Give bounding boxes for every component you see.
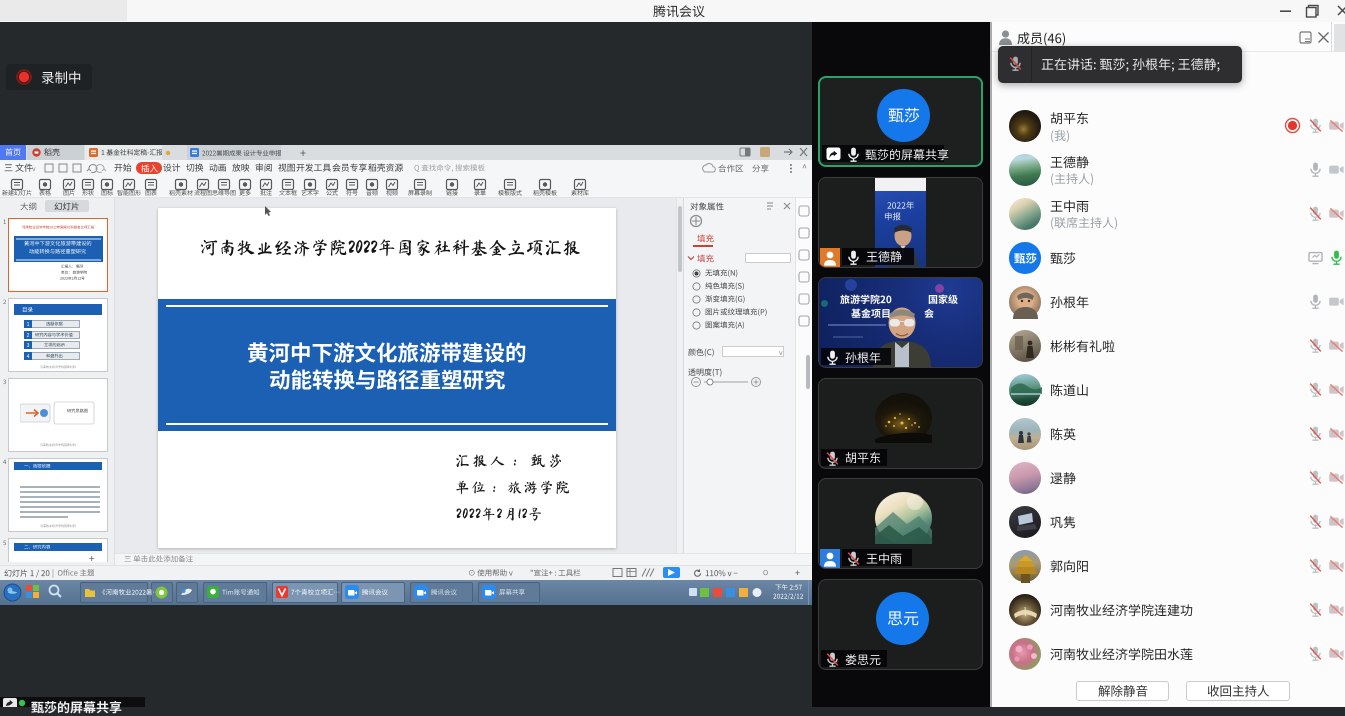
svg-text:4: 4: [27, 354, 30, 360]
svg-text:2: 2: [27, 333, 30, 339]
svg-text:3: 3: [27, 343, 30, 349]
svg-text:1: 1: [27, 322, 30, 328]
